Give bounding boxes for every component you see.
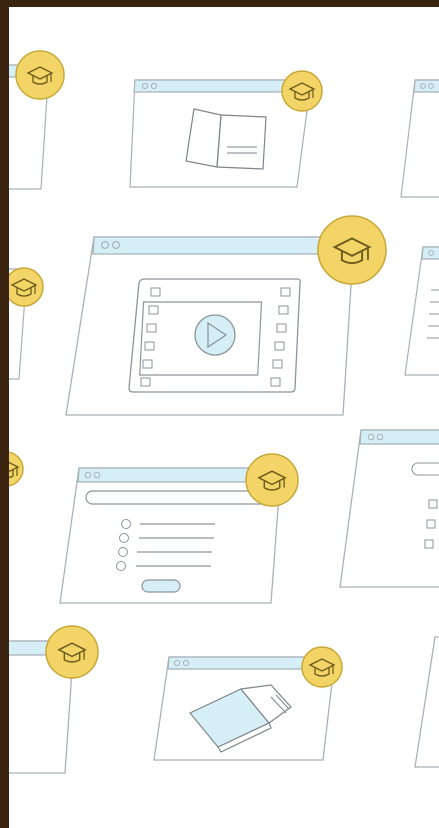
course-window-checklist [339,429,439,588]
graduation-cap-badge-2 [281,70,323,112]
graduation-cap-badge-3 [9,267,44,307]
graduation-cap-badge-7 [45,625,99,679]
image-frame [0,0,439,828]
graduation-cap-badge-8 [301,646,343,688]
graduation-cap-badge-4 [317,215,387,285]
illustration-canvas [9,7,439,828]
graduation-cap-badge-1 [15,50,65,100]
course-window-bottom-right [414,636,439,768]
course-window-video [65,236,355,416]
education-pattern-illustration [9,50,439,774]
graduation-cap-badge-6 [245,453,299,507]
course-window-document [404,246,439,376]
course-window-top-right [400,79,439,198]
graduation-cap-badge-5 [9,451,24,487]
play-icon [194,314,236,356]
